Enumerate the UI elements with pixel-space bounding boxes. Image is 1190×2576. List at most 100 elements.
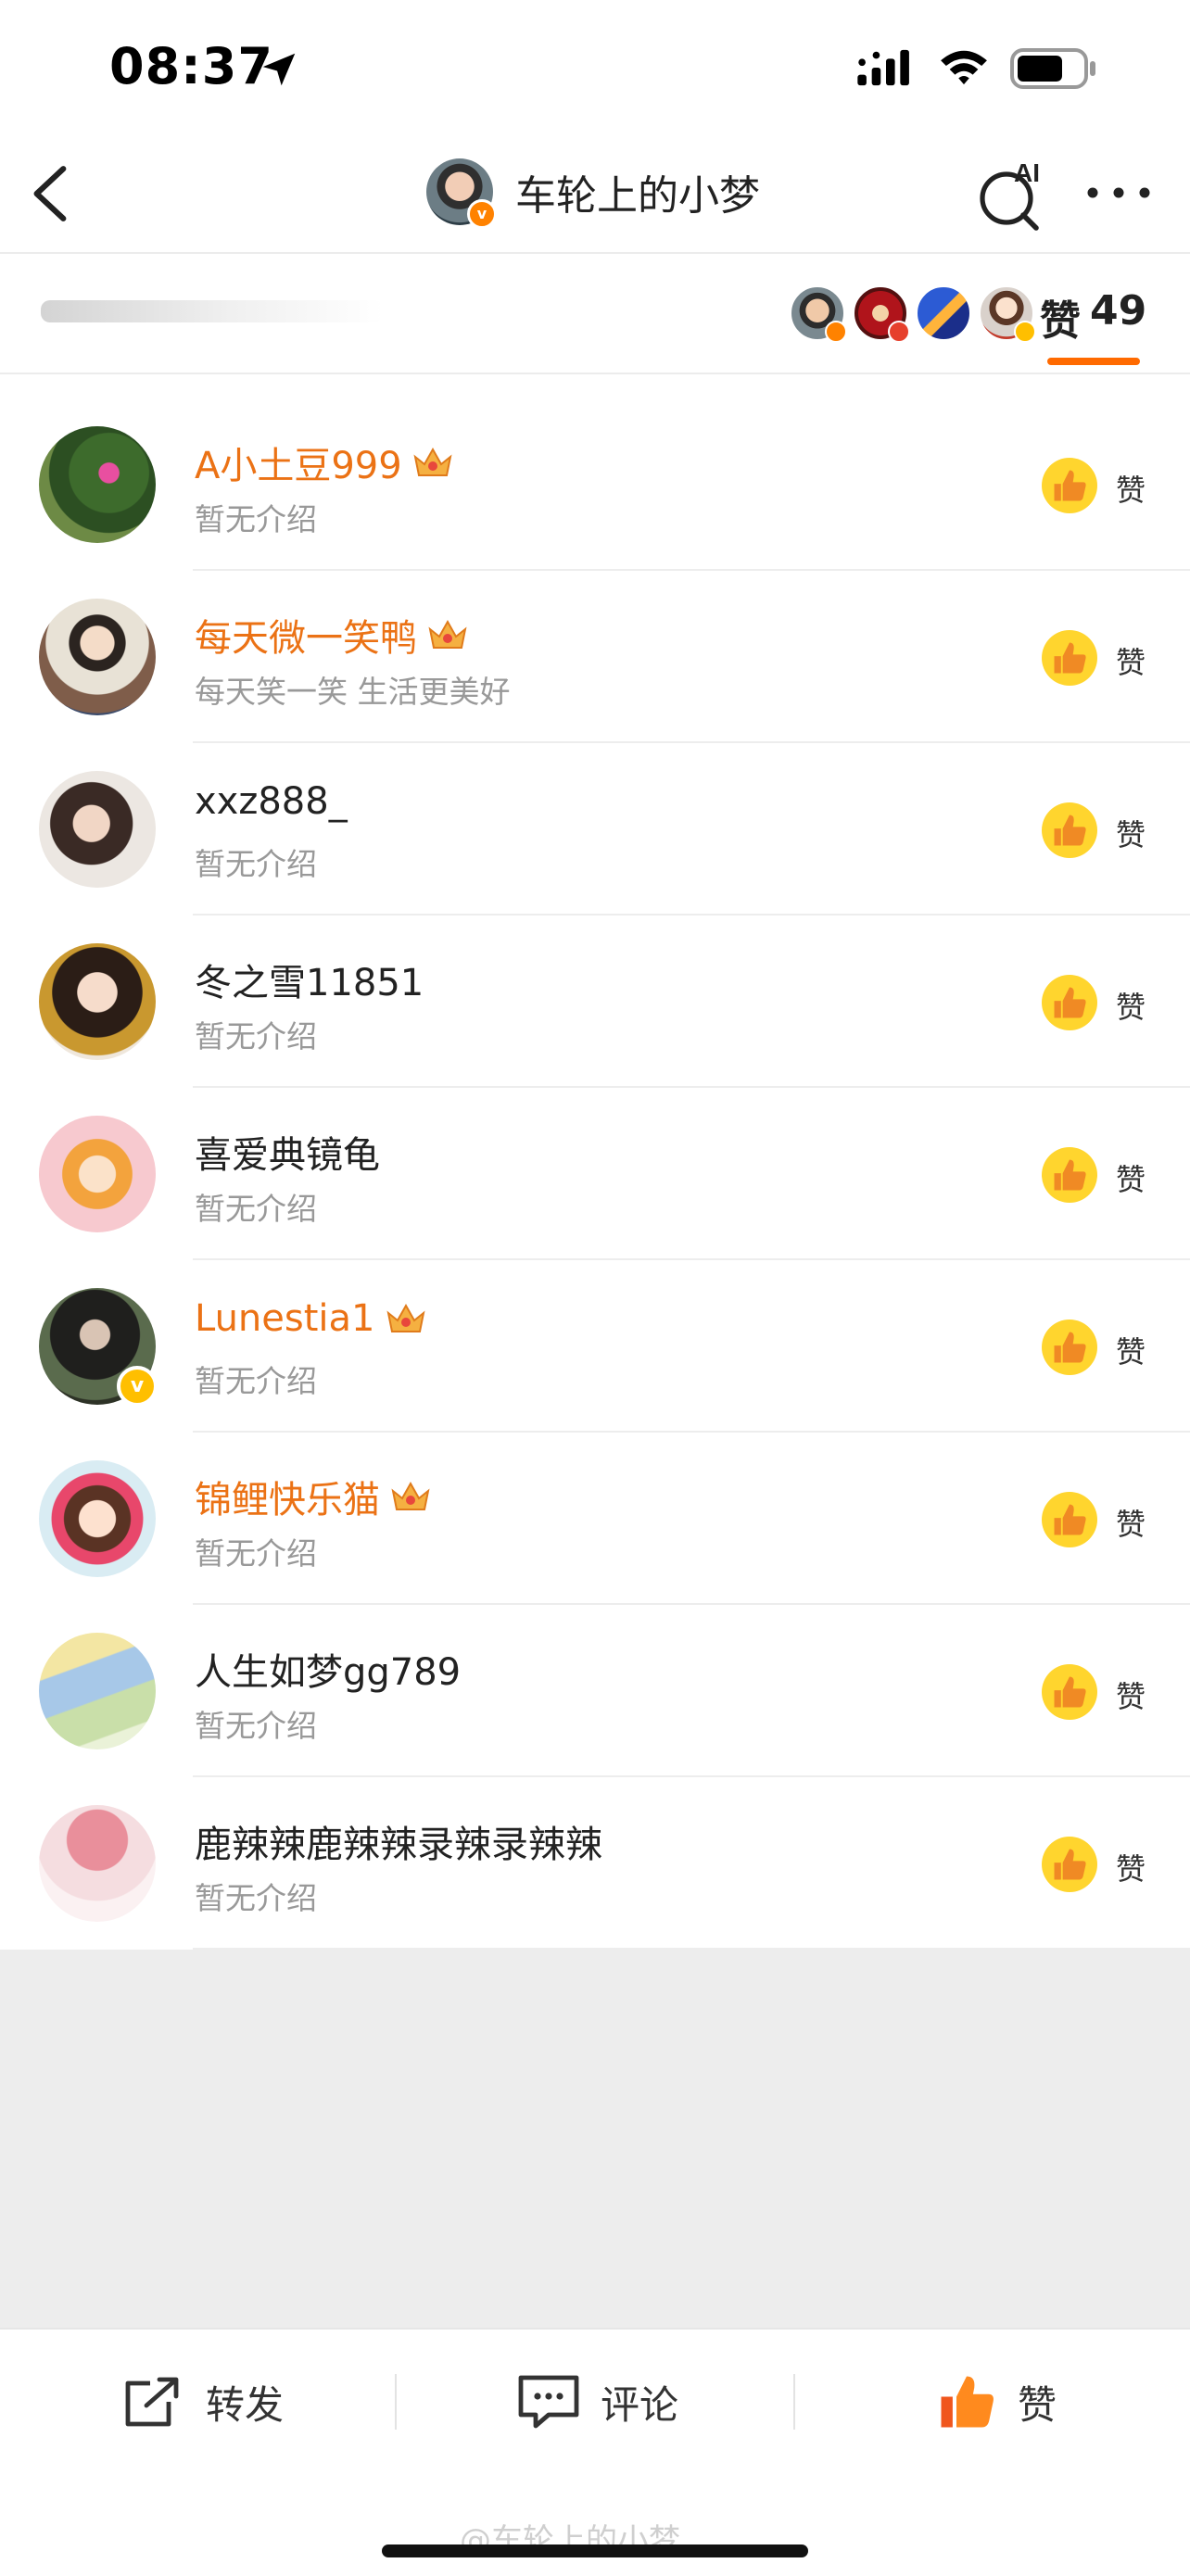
back-arrow-icon[interactable] — [28, 163, 70, 224]
like-button[interactable] — [1042, 1320, 1097, 1375]
battery-icon — [1010, 48, 1095, 89]
like-button[interactable] — [1042, 458, 1097, 513]
like-label[interactable]: 赞 — [1116, 812, 1146, 854]
comment-button[interactable]: 评论 — [515, 2367, 678, 2437]
avatar[interactable]: v — [39, 1288, 158, 1407]
status-bar: 08:37 — [0, 0, 1190, 130]
user-name[interactable]: 鹿辣辣鹿辣辣录辣录辣辣 — [195, 1814, 602, 1868]
like-label[interactable]: 赞 — [1116, 467, 1146, 510]
empty-area — [0, 1950, 1190, 2328]
user-bio: 暂无介绍 — [195, 1363, 317, 1399]
avatar[interactable] — [39, 426, 156, 543]
user-name-wrap[interactable]: 冬之雪11851 — [195, 953, 424, 1006]
cellular-signal-icon — [857, 49, 909, 86]
list-item[interactable]: 人生如梦gg789 暂无介绍 赞 — [0, 1605, 1190, 1777]
comment-label: 评论 — [601, 2381, 679, 2428]
avatar[interactable] — [39, 1116, 156, 1232]
liker-avatar-strip — [790, 285, 1042, 343]
thumbs-up-icon — [1054, 642, 1086, 674]
user-bio: 暂无介绍 — [195, 1880, 317, 1916]
vip-crown-icon — [428, 619, 467, 649]
location-arrow-icon — [262, 53, 296, 86]
user-bio: 暂无介绍 — [195, 846, 317, 882]
nav-bar: v 车轮上的小梦 AI — [0, 130, 1190, 254]
like-button[interactable] — [1042, 1837, 1097, 1892]
ai-search-icon[interactable]: AI — [975, 156, 1053, 234]
list-item[interactable]: 冬之雪11851 暂无介绍 赞 — [0, 915, 1190, 1088]
mini-avatar — [916, 285, 971, 341]
like-button[interactable] — [1042, 1664, 1097, 1720]
list-item[interactable]: xxz888_ 暂无介绍 赞 — [0, 743, 1190, 915]
more-options-icon[interactable] — [1084, 178, 1153, 208]
thumbs-up-icon — [1054, 1159, 1086, 1191]
bottom-action-bar: 转发 评论 赞 @车轮上的小梦 — [0, 2328, 1190, 2576]
list-item[interactable]: 喜爱典镜龟 暂无介绍 赞 — [0, 1088, 1190, 1260]
user-name[interactable]: 人生如梦gg789 — [195, 1642, 461, 1696]
page-title: 车轮上的小梦 — [515, 172, 760, 220]
thumbs-up-icon — [1054, 470, 1086, 501]
liker-list: A小土豆999 暂无介绍 赞 每天微一笑鸭 每天笑一笑 生活更美好 赞 xxz8… — [0, 398, 1190, 1950]
avatar[interactable] — [39, 1460, 156, 1577]
vip-crown-icon — [391, 1481, 430, 1510]
list-item[interactable]: 锦鲤快乐猫 暂无介绍 赞 — [0, 1433, 1190, 1605]
avatar[interactable] — [39, 599, 156, 715]
user-name[interactable]: 每天微一笑鸭 — [195, 608, 417, 662]
author-avatar[interactable]: v — [426, 158, 497, 229]
user-name-wrap[interactable]: 鹿辣辣鹿辣辣录辣录辣辣 — [195, 1814, 602, 1868]
like-action-label: 赞 — [1018, 2381, 1057, 2428]
repost-label: 转发 — [206, 2381, 285, 2428]
avatar[interactable] — [39, 1633, 156, 1749]
like-label[interactable]: 赞 — [1116, 639, 1146, 682]
user-name[interactable]: A小土豆999 — [195, 436, 402, 489]
like-button[interactable] — [1042, 1492, 1097, 1547]
user-name-wrap[interactable]: 锦鲤快乐猫 — [195, 1470, 432, 1523]
list-item[interactable]: 鹿辣辣鹿辣辣录辣录辣辣 暂无介绍 赞 — [0, 1777, 1190, 1950]
like-button[interactable] — [1042, 630, 1097, 686]
tab-underline — [1047, 358, 1140, 365]
divider — [793, 2374, 795, 2430]
like-label[interactable]: 赞 — [1116, 1673, 1146, 1716]
avatar[interactable] — [39, 771, 156, 888]
likes-tab-label[interactable]: 赞 — [1040, 287, 1081, 347]
user-name-wrap[interactable]: Lunestia1 — [195, 1297, 427, 1340]
avatar[interactable] — [39, 943, 156, 1060]
user-name[interactable]: xxz888_ — [195, 780, 348, 823]
user-bio: 每天笑一笑 生活更美好 — [195, 674, 511, 710]
user-bio: 暂无介绍 — [195, 1018, 317, 1054]
user-name[interactable]: 冬之雪11851 — [195, 953, 424, 1006]
thumbs-up-icon — [1054, 814, 1086, 846]
list-item[interactable]: 每天微一笑鸭 每天笑一笑 生活更美好 赞 — [0, 571, 1190, 743]
like-label[interactable]: 赞 — [1116, 984, 1146, 1027]
thumbs-up-filled-icon — [941, 2376, 994, 2428]
status-time: 08:37 — [109, 37, 273, 95]
likes-count: 49 — [1090, 287, 1147, 335]
thumbs-up-icon — [1054, 1676, 1086, 1708]
list-item[interactable]: A小土豆999 暂无介绍 赞 — [0, 398, 1190, 571]
user-name-wrap[interactable]: 每天微一笑鸭 — [195, 608, 469, 662]
like-button[interactable] — [1042, 1147, 1097, 1203]
nav-author[interactable]: v 车轮上的小梦 — [426, 158, 760, 229]
mini-avatar — [790, 285, 847, 343]
user-name-wrap[interactable]: 喜爱典镜龟 — [195, 1125, 380, 1179]
user-name-wrap[interactable]: A小土豆999 — [195, 436, 454, 489]
repost-icon — [125, 2377, 179, 2427]
avatar[interactable] — [39, 1805, 156, 1922]
likes-header: 赞 49 — [0, 254, 1190, 374]
user-name[interactable]: Lunestia1 — [195, 1297, 375, 1340]
like-button[interactable] — [1042, 975, 1097, 1030]
like-label[interactable]: 赞 — [1116, 1156, 1146, 1199]
user-name-wrap[interactable]: xxz888_ — [195, 780, 348, 823]
like-label[interactable]: 赞 — [1116, 1329, 1146, 1371]
ai-label: AI — [1014, 158, 1040, 187]
mini-avatar — [979, 285, 1036, 343]
user-name[interactable]: 喜爱典镜龟 — [195, 1125, 380, 1179]
user-name-wrap[interactable]: 人生如梦gg789 — [195, 1642, 461, 1696]
like-label[interactable]: 赞 — [1116, 1846, 1146, 1888]
home-indicator[interactable] — [382, 2544, 808, 2557]
like-label[interactable]: 赞 — [1116, 1501, 1146, 1544]
list-item[interactable]: v Lunestia1 暂无介绍 赞 — [0, 1260, 1190, 1433]
user-name[interactable]: 锦鲤快乐猫 — [195, 1470, 380, 1523]
like-action-button[interactable]: 赞 — [934, 2367, 1057, 2437]
repost-button[interactable]: 转发 — [120, 2367, 284, 2437]
like-button[interactable] — [1042, 802, 1097, 858]
